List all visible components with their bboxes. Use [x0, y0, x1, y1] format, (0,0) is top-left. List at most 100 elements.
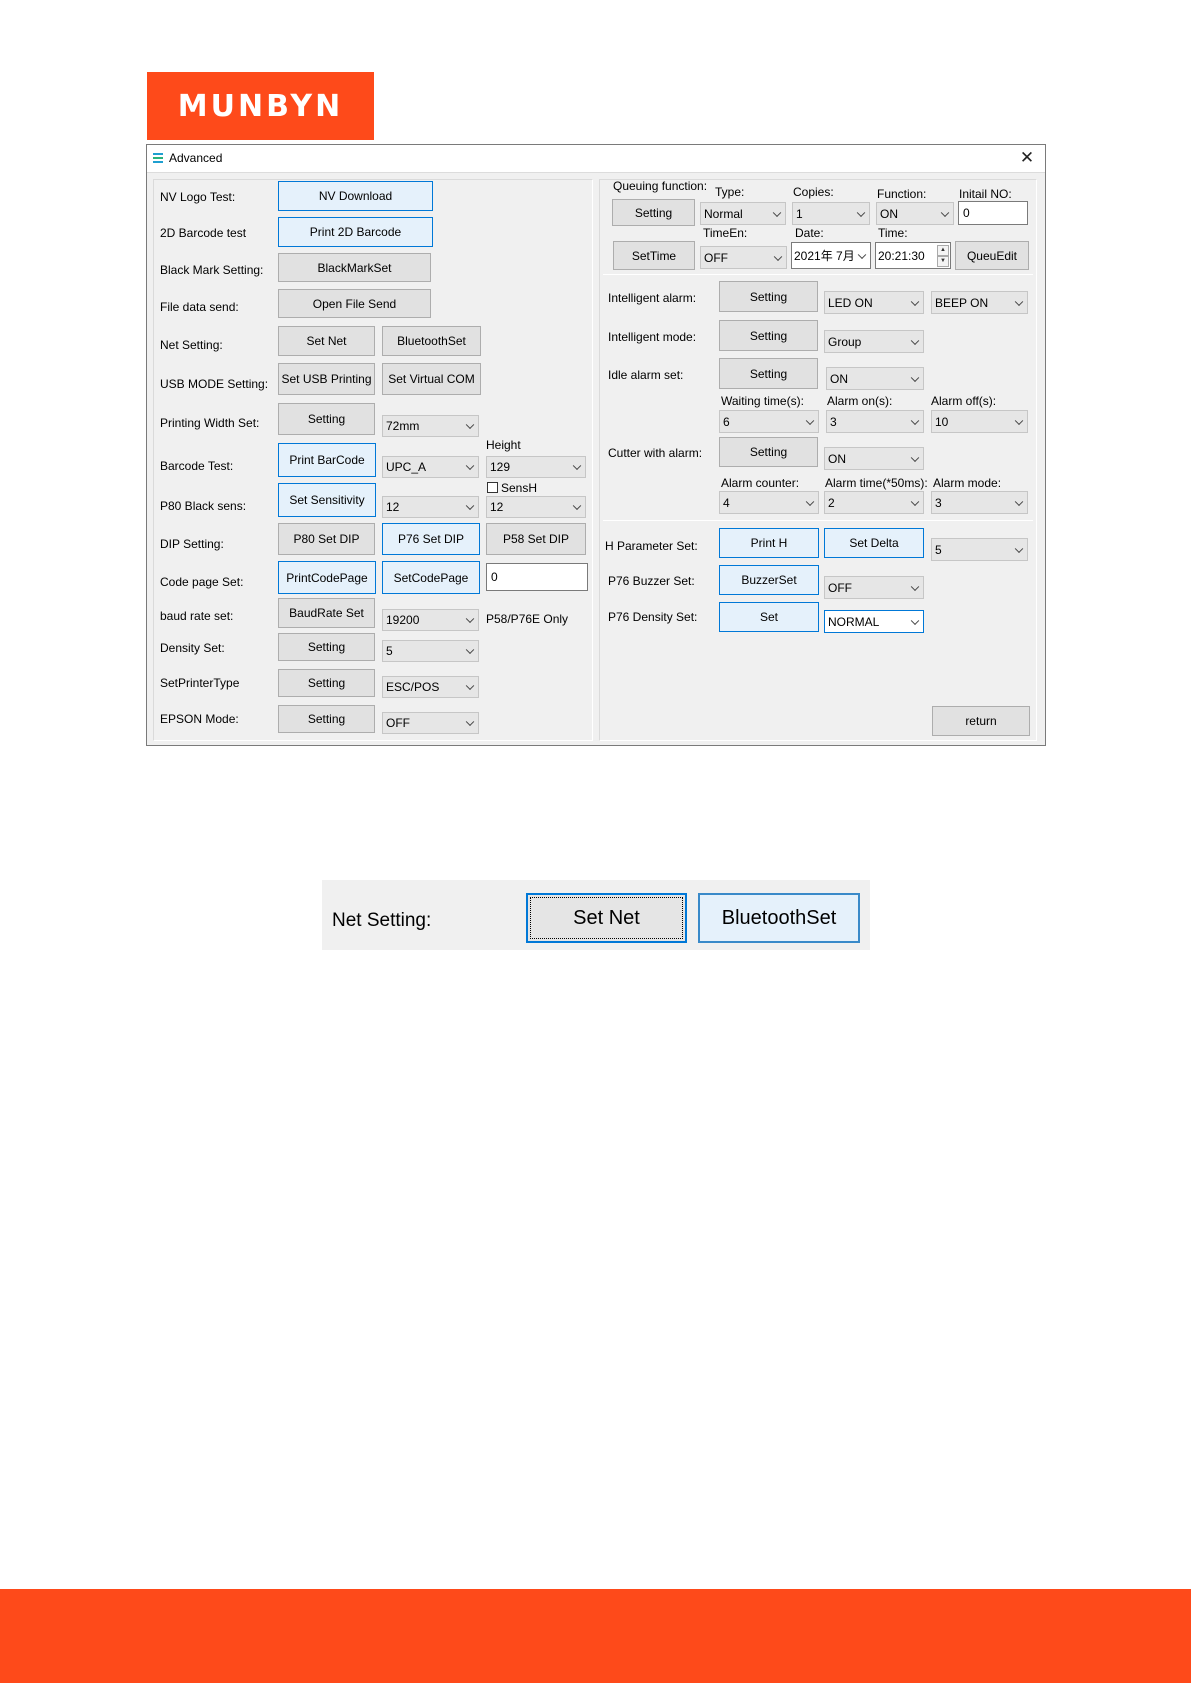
time-picker[interactable]: 20:21:30 ▲ ▼ [875, 242, 951, 269]
set-usb-printing-button[interactable]: Set USB Printing [278, 363, 375, 395]
intelligent-alarm-label: Intelligent alarm: [608, 291, 697, 305]
sensh-label: SensH [501, 481, 538, 495]
chevron-down-icon [910, 297, 920, 306]
print-code-page-button[interactable]: PrintCodePage [278, 561, 376, 594]
set-sensitivity-button[interactable]: Set Sensitivity [278, 483, 376, 517]
waiting-time-select[interactable]: 6 [719, 410, 819, 433]
divider [603, 274, 1033, 275]
sensh-select[interactable]: 12 [486, 496, 586, 518]
set-code-page-button[interactable]: SetCodePage [382, 561, 480, 594]
density-setting-button[interactable]: Setting [278, 633, 375, 661]
set-net-button[interactable]: Set Net [278, 326, 375, 356]
p58-set-dip-button[interactable]: P58 Set DIP [486, 523, 586, 555]
date-picker[interactable]: 2021年 7月 [791, 242, 871, 269]
chevron-down-icon [465, 645, 475, 655]
chevron-down-icon [465, 681, 475, 691]
code-page-label: Code page Set: [160, 575, 244, 589]
height-label: Height [486, 438, 521, 452]
black-mark-set-button[interactable]: BlackMarkSet [278, 253, 431, 282]
p76-density-set-button[interactable]: Set [719, 602, 819, 632]
function-label: Function: [877, 187, 927, 201]
baud-note: P58/P76E Only [486, 612, 569, 626]
sensh-checkbox[interactable] [487, 482, 498, 493]
zoom-bluetooth-set-button[interactable]: BluetoothSet [698, 893, 860, 943]
printing-width-label: Printing Width Set: [160, 416, 260, 430]
alarm-on-label: Alarm on(s): [827, 394, 893, 408]
idle-alarm-setting-button[interactable]: Setting [719, 358, 818, 389]
epson-setting-button[interactable]: Setting [278, 705, 375, 733]
printing-width-select[interactable]: 72mm [382, 415, 479, 437]
copies-select[interactable]: 1 [792, 202, 870, 225]
barcode-height-select[interactable]: 129 [486, 456, 586, 478]
sensitivity-select[interactable]: 12 [382, 496, 479, 518]
close-icon[interactable]: ✕ [1017, 147, 1037, 169]
chevron-down-icon [910, 416, 920, 425]
copies-label: Copies: [793, 185, 834, 199]
queuedit-button[interactable]: QueuEdit [955, 241, 1029, 270]
p76-density-select[interactable]: NORMAL [824, 610, 924, 633]
printer-type-select[interactable]: ESC/POS [382, 676, 479, 698]
app-icon [153, 153, 163, 163]
printing-width-setting-button[interactable]: Setting [278, 403, 375, 435]
epson-mode-select[interactable]: OFF [382, 712, 479, 734]
led-select[interactable]: LED ON [824, 291, 924, 314]
spin-down-icon[interactable]: ▼ [937, 256, 949, 267]
buzzer-set-button[interactable]: BuzzerSet [719, 565, 819, 595]
alarm-mode-select[interactable]: 3 [931, 491, 1028, 514]
queuing-setting-button[interactable]: Setting [612, 199, 695, 226]
chevron-down-icon [465, 717, 475, 727]
chevron-down-icon [465, 501, 475, 511]
intelligent-alarm-setting-button[interactable]: Setting [719, 281, 818, 312]
alarm-time-select[interactable]: 2 [824, 491, 924, 514]
initial-no-input[interactable]: 0 [958, 201, 1028, 225]
time-spinner[interactable]: ▲ ▼ [937, 245, 949, 267]
p76-set-dip-button[interactable]: P76 Set DIP [382, 523, 480, 555]
chevron-down-icon [1014, 297, 1024, 306]
footer-band [0, 1589, 1191, 1683]
beep-select[interactable]: BEEP ON [931, 291, 1028, 314]
bluetooth-set-button[interactable]: BluetoothSet [382, 326, 481, 356]
delta-select[interactable]: 5 [931, 538, 1028, 561]
intelligent-mode-setting-button[interactable]: Setting [719, 320, 818, 351]
print-h-button[interactable]: Print H [719, 528, 819, 558]
queue-type-select[interactable]: Normal [700, 202, 786, 225]
alarm-counter-label: Alarm counter: [721, 476, 800, 490]
settime-button[interactable]: SetTime [613, 241, 695, 270]
printer-type-setting-button[interactable]: Setting [278, 669, 375, 697]
nv-download-button[interactable]: NV Download [278, 181, 433, 211]
chevron-down-icon [910, 336, 920, 345]
zoom-set-net-button[interactable]: Set Net [526, 893, 687, 943]
code-page-input[interactable]: 0 [486, 563, 588, 591]
chevron-down-icon [465, 461, 475, 471]
baud-rate-set-button[interactable]: BaudRate Set [278, 598, 375, 628]
barcode-type-select[interactable]: UPC_A [382, 456, 479, 478]
print-2d-barcode-button[interactable]: Print 2D Barcode [278, 217, 433, 247]
function-select[interactable]: ON [876, 202, 954, 225]
return-button[interactable]: return [932, 706, 1030, 736]
cutter-alarm-setting-button[interactable]: Setting [719, 437, 818, 467]
chevron-down-icon [465, 614, 475, 624]
density-select[interactable]: 5 [382, 640, 479, 662]
print-barcode-button[interactable]: Print BarCode [278, 443, 376, 477]
alarm-off-select[interactable]: 10 [931, 410, 1028, 433]
net-setting-label: Net Setting: [160, 338, 223, 352]
intelligent-mode-select[interactable]: Group [824, 330, 924, 353]
baud-rate-select[interactable]: 19200 [382, 609, 479, 631]
intelligent-mode-label: Intelligent mode: [608, 330, 697, 344]
spin-up-icon[interactable]: ▲ [937, 245, 949, 256]
buzzer-select[interactable]: OFF [824, 576, 924, 599]
cutter-alarm-select[interactable]: ON [824, 447, 924, 470]
set-delta-button[interactable]: Set Delta [824, 528, 924, 558]
chevron-down-icon [773, 252, 783, 261]
idle-alarm-select[interactable]: ON [826, 367, 924, 390]
set-virtual-com-button[interactable]: Set Virtual COM [382, 363, 481, 395]
open-file-send-button[interactable]: Open File Send [278, 289, 431, 318]
chevron-down-icon [910, 497, 920, 506]
timeen-select[interactable]: OFF [700, 246, 787, 269]
p80-set-dip-button[interactable]: P80 Set DIP [278, 523, 375, 555]
alarm-counter-select[interactable]: 4 [719, 491, 819, 514]
chevron-down-icon [465, 420, 475, 430]
alarm-on-select[interactable]: 3 [826, 410, 924, 433]
barcode2d-label: 2D Barcode test [160, 226, 247, 240]
type-label: Type: [715, 185, 745, 199]
